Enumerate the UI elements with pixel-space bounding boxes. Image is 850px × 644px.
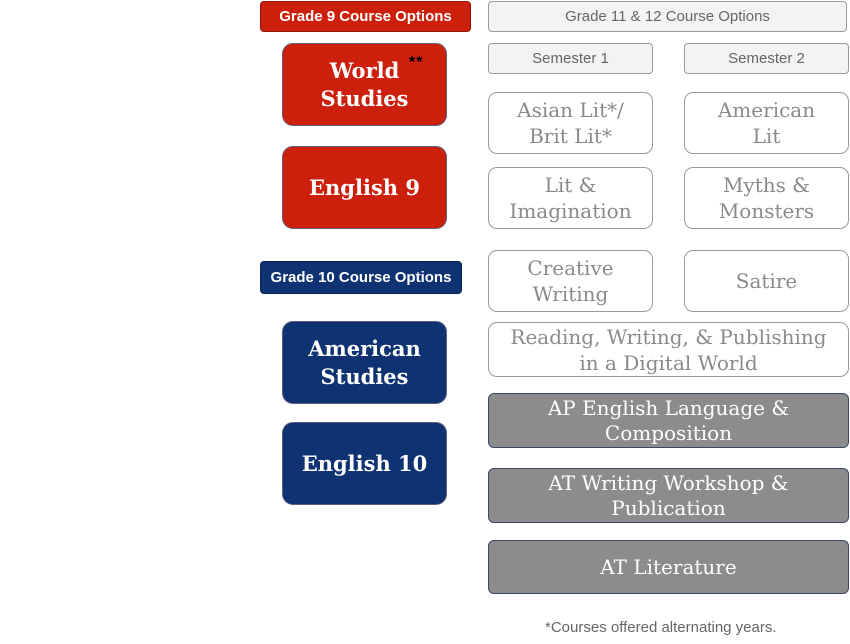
semester-1-label: Semester 1: [488, 43, 653, 74]
elective-digital-publishing: Reading, Writing, & Publishing in a Digi…: [488, 322, 849, 377]
creative-writing-label: Creative Writing: [527, 256, 614, 306]
lit-imagination-label: Lit & Imagination: [509, 173, 632, 223]
course-at-writing-workshop: AT Writing Workshop & Publication: [488, 468, 849, 523]
satire-label: Satire: [735, 269, 798, 293]
grade10-header: Grade 10 Course Options: [260, 261, 462, 294]
american-studies-label: American Studies: [308, 335, 421, 389]
course-english-10: English 10: [282, 422, 447, 505]
course-american-studies: American Studies: [282, 321, 447, 404]
semester-2-label: Semester 2: [684, 43, 849, 74]
english-9-label: English 9: [309, 174, 420, 200]
digital-publishing-label: Reading, Writing, & Publishing in a Digi…: [510, 324, 827, 375]
american-lit-label: American Lit: [717, 98, 816, 148]
footnote: *Courses offered alternating years.: [545, 619, 777, 636]
ap-english-language-label: AP English Language & Composition: [547, 395, 790, 445]
grade11-12-header-label: Grade 11 & 12 Course Options: [565, 8, 770, 25]
semester-2-text: Semester 2: [728, 50, 805, 67]
grade9-header: Grade 9 Course Options: [260, 1, 471, 32]
grade10-header-label: Grade 10 Course Options: [270, 269, 452, 286]
myths-monsters-label: Myths & Monsters: [718, 173, 815, 223]
semester-1-text: Semester 1: [532, 50, 609, 67]
elective-american-lit: American Lit: [684, 92, 849, 154]
course-english-9: English 9: [282, 146, 447, 229]
elective-creative-writing: Creative Writing: [488, 250, 653, 312]
elective-myths-monsters: Myths & Monsters: [684, 167, 849, 229]
at-literature-label: AT Literature: [600, 554, 737, 579]
course-ap-english-language: AP English Language & Composition: [488, 393, 849, 448]
at-writing-workshop-label: AT Writing Workshop & Publication: [548, 470, 789, 520]
english-10-label: English 10: [301, 450, 428, 476]
grade11-12-header: Grade 11 & 12 Course Options: [488, 1, 847, 32]
asian-brit-lit-label: Asian Lit*/ Brit Lit*: [517, 98, 624, 148]
grade9-header-label: Grade 9 Course Options: [279, 8, 452, 25]
world-studies-asterisks: **: [409, 54, 424, 71]
elective-asian-brit-lit: Asian Lit*/ Brit Lit*: [488, 92, 653, 154]
elective-lit-imagination: Lit & Imagination: [488, 167, 653, 229]
elective-satire: Satire: [684, 250, 849, 312]
world-studies-label: World Studies: [320, 57, 409, 111]
course-at-literature: AT Literature: [488, 540, 849, 594]
